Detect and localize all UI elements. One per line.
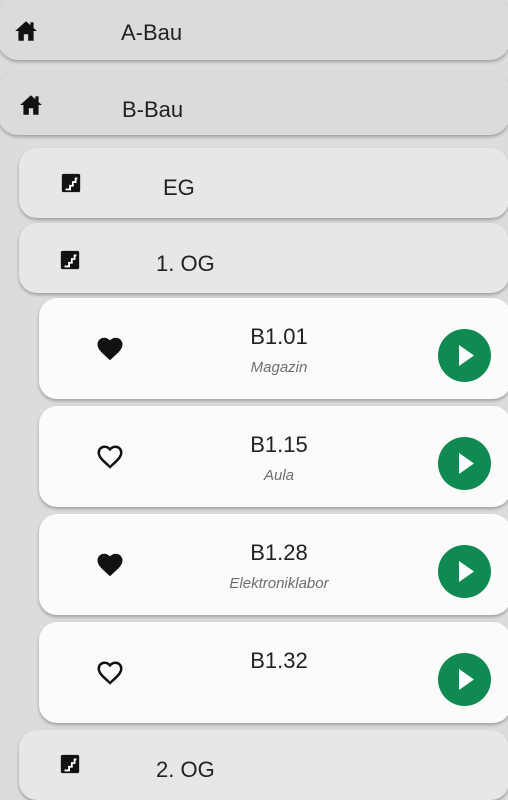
play-icon: [459, 669, 474, 690]
heart-outline-icon[interactable]: [95, 442, 125, 472]
room-item-b1-01[interactable]: B1.01 Magazin: [39, 298, 508, 399]
play-icon: [459, 561, 474, 582]
home-icon: [20, 95, 42, 115]
stairs-icon: [60, 250, 80, 270]
floor-label: 1. OG: [156, 251, 215, 276]
floor-item-eg[interactable]: EG: [19, 148, 508, 218]
play-button[interactable]: [438, 545, 491, 598]
room-number: B1.01: [250, 324, 308, 349]
room-name: Elektroniklabor: [229, 575, 329, 592]
heart-outline-icon[interactable]: [95, 658, 125, 688]
play-button[interactable]: [438, 437, 491, 490]
building-label: B-Bau: [122, 97, 184, 122]
heart-filled-icon[interactable]: [95, 334, 125, 364]
room-number: B1.28: [250, 540, 308, 565]
building-item-a-bau[interactable]: A-Bau: [0, 0, 508, 60]
play-icon: [459, 345, 474, 366]
play-icon: [459, 453, 474, 474]
room-item-b1-32[interactable]: B1.32: [39, 622, 508, 723]
room-name: Magazin: [250, 359, 308, 376]
floor-item-2-og[interactable]: 2. OG: [19, 730, 508, 800]
building-label: A-Bau: [121, 20, 183, 45]
heart-filled-icon[interactable]: [95, 550, 125, 580]
floor-item-1-og[interactable]: 1. OG: [19, 223, 508, 293]
stairs-icon: [60, 754, 80, 774]
room-name: Aula: [263, 467, 295, 484]
floor-label: EG: [163, 175, 195, 200]
stairs-icon: [61, 173, 81, 193]
room-number: B1.32: [250, 648, 308, 673]
room-item-b1-28[interactable]: B1.28 Elektroniklabor: [39, 514, 508, 615]
room-number: B1.15: [250, 432, 308, 457]
home-icon: [15, 21, 37, 41]
play-button[interactable]: [438, 329, 491, 382]
building-item-b-bau[interactable]: B-Bau: [0, 71, 508, 135]
play-button[interactable]: [438, 653, 491, 706]
room-item-b1-15[interactable]: B1.15 Aula: [39, 406, 508, 507]
floor-label: 2. OG: [156, 757, 215, 782]
